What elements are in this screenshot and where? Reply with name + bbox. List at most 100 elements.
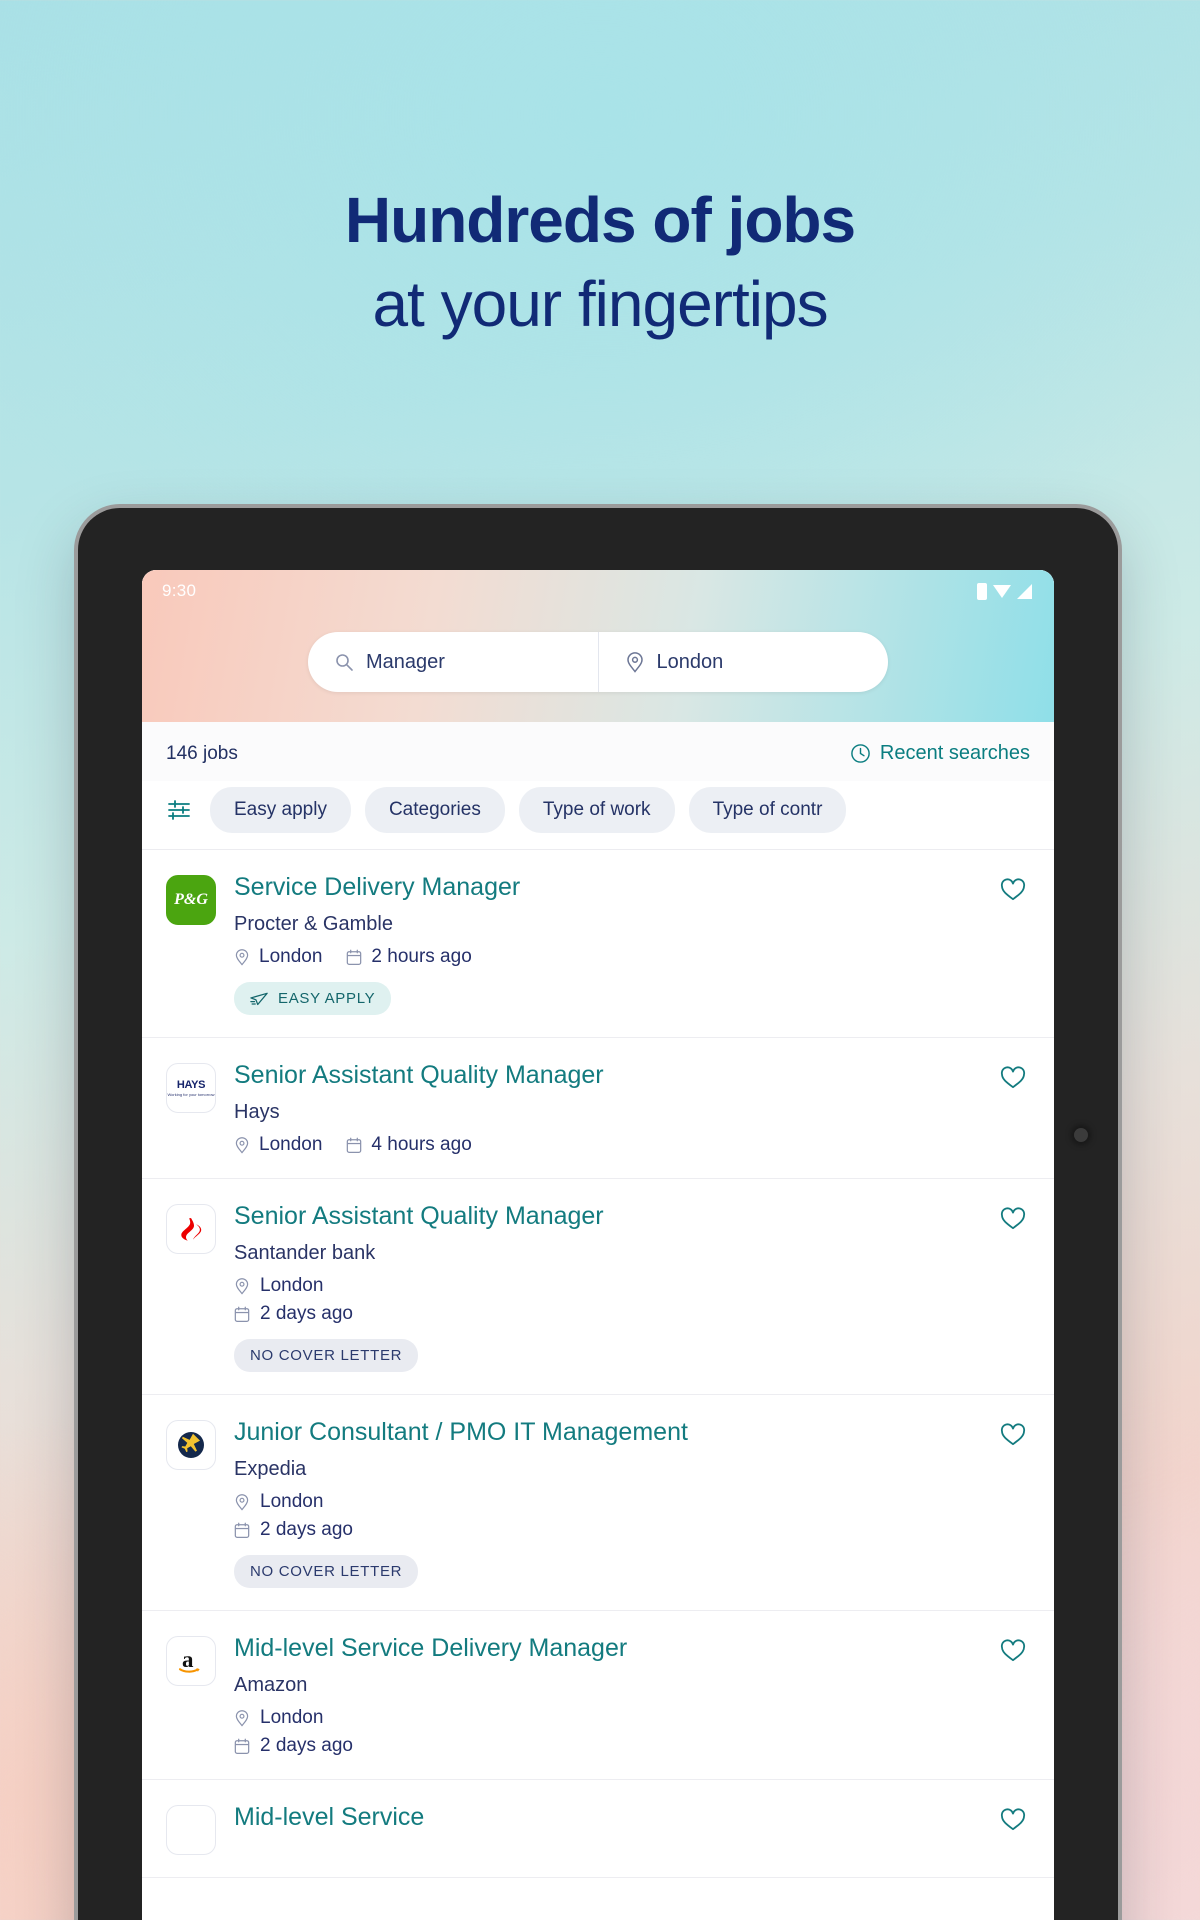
company-logo-hays: HAYS Working for your tomorrow [166,1063,216,1113]
keyword-search-value: Manager [366,650,445,673]
job-title[interactable]: Senior Assistant Quality Manager [234,1060,980,1091]
job-meta-line: London 2 hours ago [234,946,980,968]
job-company: Amazon [234,1674,308,1696]
job-title[interactable]: Mid-level Service [234,1802,980,1833]
santander-flame-icon [181,1218,202,1241]
job-card-body: Senior Assistant Quality Manager Hays Lo… [234,1060,1030,1156]
heart-outline-icon[interactable] [1000,1423,1026,1447]
tablet-screen: 9:30 Manager London 146 jobs Recent sear… [142,570,1054,1920]
company-logo-santander [166,1204,216,1254]
job-company: Expedia [234,1458,307,1480]
recent-searches-button[interactable]: Recent searches [850,742,1030,765]
job-meta: London 2 days ago [234,1491,980,1541]
filter-chip-categories[interactable]: Categories [364,787,505,833]
job-posted: 2 days ago [234,1519,980,1541]
job-company: Santander bank [234,1242,376,1264]
job-badge-label: NO COVER LETTER [250,1347,403,1364]
job-title[interactable]: Senior Assistant Quality Manager [234,1201,980,1232]
job-card[interactable]: Mid-level Service [142,1780,1054,1878]
expedia-plane-icon [178,1432,204,1458]
job-card-body: Mid-level Service Delivery Manager Amazo… [234,1633,1030,1757]
job-posted: 2 days ago [234,1735,980,1757]
job-meta: London 4 hours ago [234,1134,980,1156]
company-logo-hays-tagline: Working for your tomorrow [167,1091,215,1097]
company-logo-partial [166,1805,216,1855]
location-pin-icon [235,1494,249,1511]
location-pin-icon [235,1710,249,1727]
amazon-a-icon: a [178,1647,200,1673]
location-pin-icon [235,949,249,966]
job-meta-line: London 4 hours ago [234,1134,980,1156]
heart-outline-icon[interactable] [1000,1639,1026,1663]
company-logo-amazon: a [166,1636,216,1686]
job-card[interactable]: HAYS Working for your tomorrow Senior As… [142,1038,1054,1179]
job-location-label: London [259,946,323,967]
job-search-app: 9:30 Manager London 146 jobs Recent sear… [142,570,1054,1920]
job-card[interactable]: Senior Assistant Quality Manager Santand… [142,1179,1054,1395]
job-location: London [234,1707,980,1729]
heart-outline-icon[interactable] [1000,1207,1026,1231]
status-icon-group [977,582,1032,600]
job-card-body: Senior Assistant Quality Manager Santand… [234,1201,1030,1372]
calendar-icon [347,949,362,965]
location-pin-icon [235,1137,249,1154]
filter-chip-type-of-contract[interactable]: Type of contr [688,787,847,833]
search-bar: Manager London [308,632,888,692]
search-icon [336,654,353,671]
job-title[interactable]: Service Delivery Manager [234,872,980,903]
location-search-field[interactable]: London [597,632,889,692]
job-badge-no-cover-letter: NO COVER LETTER [234,1555,419,1588]
job-card[interactable]: P&G Service Delivery Manager Procter & G… [142,850,1054,1038]
job-title[interactable]: Junior Consultant / PMO IT Management [234,1417,980,1448]
job-location: London [234,1275,980,1297]
job-badge-easy-apply: EASY APPLY [234,982,392,1015]
battery-icon [977,582,987,600]
job-posted-label: 2 days ago [260,1519,353,1540]
filter-chip-type-of-work[interactable]: Type of work [518,787,675,833]
job-company: Hays [234,1101,280,1123]
camera-icon [1074,1128,1088,1142]
job-badge-no-cover-letter: NO COVER LETTER [234,1339,419,1372]
job-badge-label: NO COVER LETTER [250,1563,403,1580]
location-search-value: London [656,650,724,673]
job-card-body: Mid-level Service [234,1802,1030,1833]
job-location-label: London [260,1275,324,1296]
hero-line-2: at your fingertips [372,268,828,340]
job-posted-label: 2 hours ago [371,946,472,967]
calendar-icon [234,1738,250,1754]
job-title[interactable]: Mid-level Service Delivery Manager [234,1633,980,1664]
job-posted-label: 2 days ago [260,1735,353,1756]
job-results-list: P&G Service Delivery Manager Procter & G… [142,850,1054,1878]
calendar-icon [234,1522,250,1538]
job-card[interactable]: Junior Consultant / PMO IT Management Ex… [142,1395,1054,1611]
location-pin-icon [235,1278,249,1295]
company-logo-hays-text: HAYS [176,1078,206,1091]
heart-outline-icon[interactable] [1000,878,1026,902]
calendar-icon [347,1137,362,1153]
job-location-label: London [260,1491,324,1512]
job-posted: 4 hours ago [346,1134,472,1156]
clock-icon [851,744,870,763]
company-logo-pg: P&G [166,875,216,925]
filter-chip-easy-apply[interactable]: Easy apply [210,787,351,833]
job-posted-label: 4 hours ago [371,1134,472,1155]
jobs-count-label: 146 jobs [166,742,238,764]
job-posted-label: 2 days ago [260,1303,353,1324]
job-location: London [234,946,322,968]
filter-chip-row: Easy apply Categories Type of work Type … [142,781,1054,850]
results-meta-row: 146 jobs Recent searches [142,722,1054,781]
job-location: London [234,1491,980,1513]
tablet-device-frame: 9:30 Manager London 146 jobs Recent sear… [78,508,1118,1920]
signal-icon [1017,583,1032,599]
svg-text:a: a [182,1647,194,1672]
keyword-search-field[interactable]: Manager [308,632,598,692]
location-pin-icon [626,652,643,673]
heart-outline-icon[interactable] [1000,1808,1026,1832]
paper-plane-icon [250,992,268,1005]
hero-line-1: Hundreds of jobs [344,184,856,256]
job-card[interactable]: a Mid-level Service Delivery Manager Ama… [142,1611,1054,1780]
sliders-icon[interactable] [166,797,192,823]
heart-outline-icon[interactable] [1000,1066,1026,1090]
wifi-icon [993,584,1011,598]
status-bar: 9:30 [142,570,1054,612]
